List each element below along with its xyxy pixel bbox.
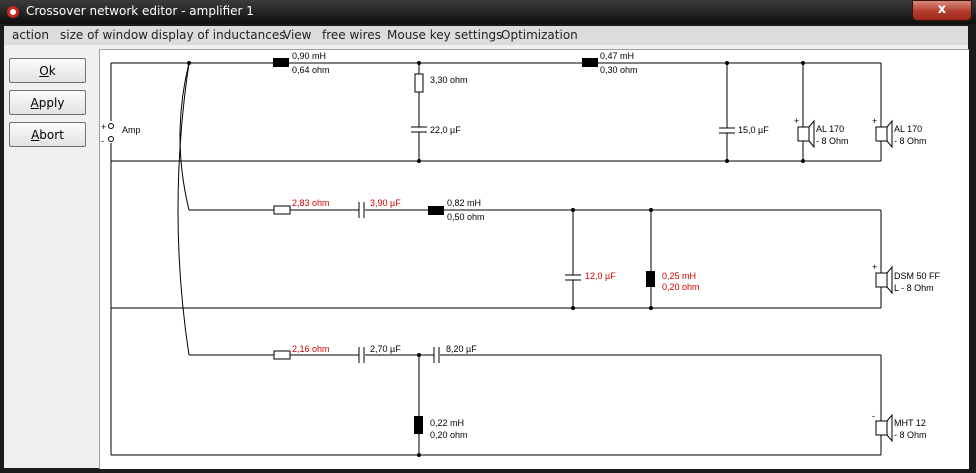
- inductor-w2[interactable]: [582, 58, 598, 67]
- capacitor-t2[interactable]: [433, 347, 440, 363]
- inductor-w1[interactable]: [273, 58, 289, 67]
- svg-text:+: +: [101, 122, 106, 132]
- ok-button[interactable]: Ok: [9, 58, 86, 83]
- capacitor-w2[interactable]: [719, 127, 735, 134]
- menu-view[interactable]: View: [283, 28, 311, 42]
- resistor-t1[interactable]: [273, 350, 291, 360]
- menu-display-of-inductances[interactable]: display of inductances: [151, 28, 285, 42]
- svg-text:+: +: [872, 262, 877, 272]
- menu-bar: action size of window display of inducta…: [4, 26, 968, 45]
- svg-text:12,0 µF: 12,0 µF: [585, 271, 616, 281]
- svg-text:MHT 12: MHT 12: [894, 418, 926, 428]
- speaker-dsm50ff[interactable]: + DSM 50 FF L - 8 Ohm: [872, 262, 941, 295]
- app-icon: [7, 6, 19, 18]
- junction-dots: [187, 61, 805, 457]
- svg-text:-: -: [101, 136, 104, 146]
- capacitor-w1[interactable]: [411, 126, 427, 133]
- svg-text:DSM 50 FF: DSM 50 FF: [894, 271, 941, 281]
- svg-text:AL 170: AL 170: [816, 124, 844, 134]
- svg-text:0,64 ohm: 0,64 ohm: [292, 65, 330, 75]
- amp-source[interactable]: + - Amp: [101, 122, 141, 146]
- svg-text:0,30 ohm: 0,30 ohm: [600, 65, 638, 75]
- capacitor-t1[interactable]: [358, 347, 365, 363]
- circuit-canvas[interactable]: + - Amp 0,90 mH 0,64 ohm 3,30 ohm 22,0 µ…: [99, 49, 969, 469]
- svg-text:0,22 mH: 0,22 mH: [430, 418, 464, 428]
- svg-text:0,47 mH: 0,47 mH: [600, 51, 634, 61]
- close-button[interactable]: x: [912, 0, 972, 21]
- svg-text:AL 170: AL 170: [894, 124, 922, 134]
- svg-text:L - 8 Ohm: L - 8 Ohm: [894, 283, 934, 293]
- apply-button[interactable]: Apply: [9, 90, 86, 115]
- circuit-diagram[interactable]: + - Amp 0,90 mH 0,64 ohm 3,30 ohm 22,0 µ…: [100, 50, 969, 469]
- inductor-m1[interactable]: [428, 206, 444, 215]
- svg-text:2,83 ohm: 2,83 ohm: [292, 198, 330, 208]
- svg-text:- 8 Ohm: - 8 Ohm: [816, 136, 849, 146]
- svg-text:0,25 mH: 0,25 mH: [662, 271, 696, 281]
- title-bar: Crossover network editor - amplifier 1 x: [0, 0, 976, 24]
- menu-optimization[interactable]: Optimization: [501, 28, 578, 42]
- svg-text:0,82 mH: 0,82 mH: [447, 198, 481, 208]
- svg-text:3,90 µF: 3,90 µF: [370, 198, 401, 208]
- menu-action[interactable]: action: [12, 28, 49, 42]
- menu-mouse-key-settings[interactable]: Mouse key settings: [387, 28, 502, 42]
- menu-size-of-window[interactable]: size of window: [60, 28, 148, 42]
- resistor-m1[interactable]: [273, 205, 291, 215]
- inductor-m2[interactable]: [646, 271, 655, 287]
- svg-text:3,30 ohm: 3,30 ohm: [430, 75, 468, 85]
- svg-text:+: +: [872, 116, 877, 126]
- amp-label: Amp: [122, 125, 141, 135]
- svg-text:2,16 ohm: 2,16 ohm: [292, 344, 330, 354]
- svg-text:22,0 µF: 22,0 µF: [430, 125, 461, 135]
- capacitor-m2[interactable]: [565, 274, 581, 281]
- svg-text:0,50 ohm: 0,50 ohm: [447, 212, 485, 222]
- speaker-al170-b[interactable]: + AL 170 - 8 Ohm: [872, 116, 927, 149]
- inductor-t1[interactable]: [414, 416, 423, 434]
- wires: [110, 62, 882, 456]
- client-area: Ok Apply Abort + - Amp 0,90 mH 0,64 ohm …: [4, 45, 969, 469]
- abort-button[interactable]: Abort: [9, 122, 86, 147]
- svg-text:0,20 ohm: 0,20 ohm: [662, 282, 700, 292]
- svg-text:+: +: [794, 116, 799, 126]
- resistor-w1[interactable]: [414, 73, 424, 93]
- svg-text:-: -: [872, 411, 875, 421]
- svg-text:15,0 µF: 15,0 µF: [738, 125, 769, 135]
- svg-text:0,20 ohm: 0,20 ohm: [430, 430, 468, 440]
- speaker-al170-a[interactable]: + AL 170 - 8 Ohm: [794, 116, 849, 149]
- svg-text:- 8 Ohm: - 8 Ohm: [894, 430, 927, 440]
- capacitor-m1[interactable]: [358, 202, 365, 218]
- menu-free-wires[interactable]: free wires: [322, 28, 381, 42]
- svg-text:8,20 µF: 8,20 µF: [446, 344, 477, 354]
- window-title: Crossover network editor - amplifier 1: [26, 4, 254, 18]
- svg-text:2,70 µF: 2,70 µF: [370, 344, 401, 354]
- speaker-mht12[interactable]: - MHT 12 - 8 Ohm: [872, 411, 927, 443]
- svg-text:0,90 mH: 0,90 mH: [292, 51, 326, 61]
- svg-text:- 8 Ohm: - 8 Ohm: [894, 136, 927, 146]
